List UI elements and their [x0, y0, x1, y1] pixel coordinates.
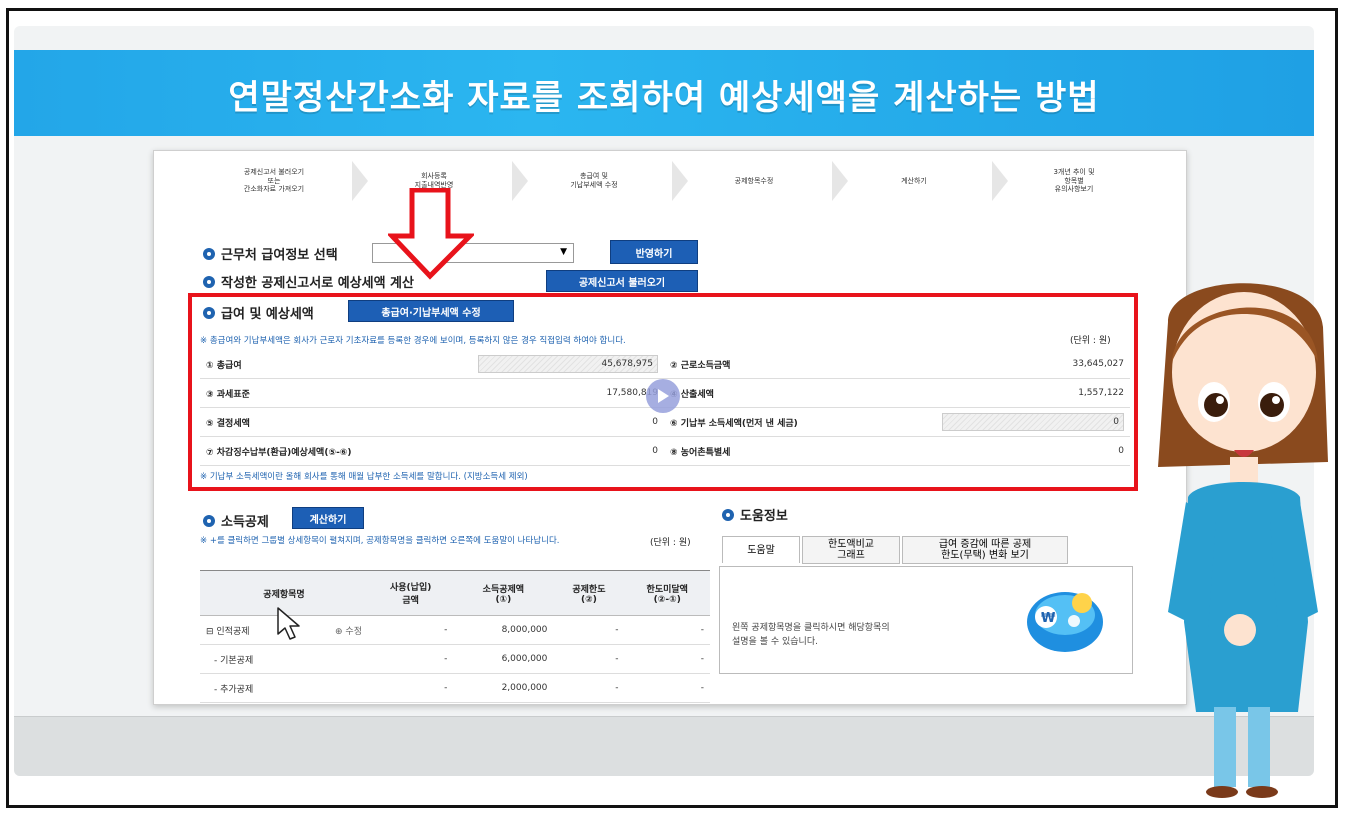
deduction-note: ※ +를 클릭하면 그룹별 상세항목이 펼쳐지며, 공제항목명을 클릭하면 오른…	[200, 536, 560, 546]
salary-footnote: ※ 기납부 소득세액이란 올해 회사를 통해 매월 납부한 소득세를 말합니다.…	[200, 472, 528, 482]
row-label: ② 근로소득금액	[664, 350, 916, 379]
used-cell: -	[368, 615, 454, 645]
col-header: 사용(납입) 금액	[368, 570, 454, 616]
workplace-label: 근무처 급여정보 선택	[221, 248, 338, 263]
dropdown-arrow-icon: ▼	[560, 247, 567, 257]
salary-section: 급여 및 예상세액	[203, 303, 314, 322]
used-cell: -	[368, 644, 454, 674]
row-label: ④ 산출세액	[664, 378, 916, 408]
amount-cell: 6,000,000	[453, 644, 554, 674]
salary-label: 급여 및 예상세액	[221, 307, 314, 322]
deduction-label: 소득공제	[221, 515, 269, 530]
under-cell: -	[624, 615, 710, 645]
value-cell: 0	[472, 407, 664, 437]
table-row: ⑦ 차감징수납부(환급)예상세액(⑤-⑥) 0 ⑧ 농어촌특별세 0	[200, 436, 1130, 466]
tab-salary-change[interactable]: 급여 증감에 따른 공제 한도(무택) 변화 보기	[902, 536, 1068, 564]
prepaid-tax-input[interactable]: 0	[942, 413, 1124, 431]
col-header: 한도미달액 (②-①)	[624, 570, 710, 616]
cursor-icon	[277, 607, 300, 640]
help-content: 왼쪽 공제항목명을 클릭하시면 해당항목의 설명을 볼 수 있습니다. ₩	[719, 566, 1133, 674]
value-cell: 1,557,122	[916, 378, 1130, 408]
used-cell: -	[368, 673, 454, 703]
down-arrow-icon	[388, 188, 474, 280]
col-header: 소득공제액 (①)	[453, 570, 554, 616]
bullet-icon	[203, 514, 215, 527]
value-cell: 17,580,819	[472, 378, 664, 408]
limit-cell: -	[553, 644, 625, 674]
presenter-character	[1158, 283, 1328, 798]
under-cell: -	[624, 673, 710, 703]
workplace-section: 근무처 급여정보 선택	[203, 244, 338, 263]
table-row: - 추가공제 - 2,000,000 - -	[200, 673, 710, 703]
tab-help[interactable]: 도움말	[722, 536, 800, 563]
bullet-icon	[203, 306, 215, 319]
load-form-button[interactable]: 공제신고서 불러오기	[546, 270, 698, 292]
play-button[interactable]	[646, 379, 680, 413]
floor	[14, 716, 1314, 776]
row-label: ⑤ 결정세액	[200, 407, 472, 437]
help-section: 도움정보	[722, 505, 788, 524]
bullet-icon	[203, 275, 215, 288]
coin-bag-icon: ₩	[1027, 592, 1103, 652]
step-6[interactable]: 3개년 추이 및 항목별 유의사항보기	[994, 159, 1154, 203]
value-cell: 0	[472, 436, 664, 466]
edit-salary-button[interactable]: 총급여·기납부세액 수정	[348, 300, 514, 322]
limit-cell: -	[553, 615, 625, 645]
amount-cell: 8,000,000	[453, 615, 554, 645]
title-banner: 연말정산간소화 자료를 조회하여 예상세액을 계산하는 방법	[14, 50, 1314, 136]
value-cell: 33,645,027	[916, 350, 1130, 379]
help-label: 도움정보	[740, 509, 788, 524]
row-label: ⑧ 농어촌특별세	[664, 436, 916, 466]
help-text: 왼쪽 공제항목명을 클릭하시면 해당항목의 설명을 볼 수 있습니다.	[732, 623, 890, 648]
tab-limit-graph[interactable]: 한도액비교 그래프	[802, 536, 900, 564]
limit-cell: -	[553, 673, 625, 703]
table-row: - 기본공제 - 6,000,000 - -	[200, 644, 710, 674]
written-section: 작성한 공제신고서로 예상세액 계산	[203, 272, 414, 291]
deduction-item-name[interactable]: - 추가공제	[200, 673, 368, 703]
bullet-icon	[203, 247, 215, 260]
deduction-item-name[interactable]: - 기본공제	[200, 644, 368, 674]
bullet-icon	[722, 508, 734, 521]
step-bar: 공제신고서 불러오기 또는 간소화자료 가져오기 회사등록 지출내역반영 총급여…	[194, 159, 1154, 203]
amount-cell: 2,000,000	[453, 673, 554, 703]
svg-text:₩: ₩	[1041, 611, 1056, 626]
play-icon	[658, 389, 669, 403]
under-cell: -	[624, 644, 710, 674]
total-salary-value: 45,678,975	[478, 355, 658, 373]
deduction-unit: (단위 : 원)	[650, 538, 691, 548]
step-5[interactable]: 계산하기	[834, 159, 994, 203]
row-label: ① 총급여	[200, 350, 472, 379]
unit-label: (단위 : 원)	[1070, 336, 1111, 346]
row-label: ⑥ 기납부 소득세액(먼저 낸 세금)	[664, 407, 916, 437]
step-1[interactable]: 공제신고서 불러오기 또는 간소화자료 가져오기	[194, 159, 354, 203]
calculate-button[interactable]: 계산하기	[292, 507, 364, 529]
value-cell: 0	[916, 436, 1130, 466]
row-label: ③ 과세표준	[200, 378, 472, 408]
written-label: 작성한 공제신고서로 예상세액 계산	[221, 276, 414, 291]
step-3[interactable]: 총급여 및 기납부세액 수정	[514, 159, 674, 203]
col-header: 공제한도 (②)	[553, 570, 625, 616]
slide-title: 연말정산간소화 자료를 조회하여 예상세액을 계산하는 방법	[228, 78, 1100, 118]
apply-button[interactable]: 반영하기	[610, 240, 698, 264]
table-row: ① 총급여 45,678,975 ② 근로소득금액 33,645,027	[200, 350, 1130, 379]
row-label: ⑦ 차감징수납부(환급)예상세액(⑤-⑥)	[200, 436, 472, 466]
deduction-section: 소득공제	[203, 511, 269, 530]
salary-note: ※ 총급여와 기납부세액은 회사가 근로자 기초자료를 등록한 경우에 보이며,…	[200, 336, 626, 346]
edit-link[interactable]: ⊕ 수정	[335, 624, 362, 637]
step-4[interactable]: 공제항목수정	[674, 159, 834, 203]
deduction-item-name[interactable]: ⊟ 인적공제	[206, 627, 250, 637]
